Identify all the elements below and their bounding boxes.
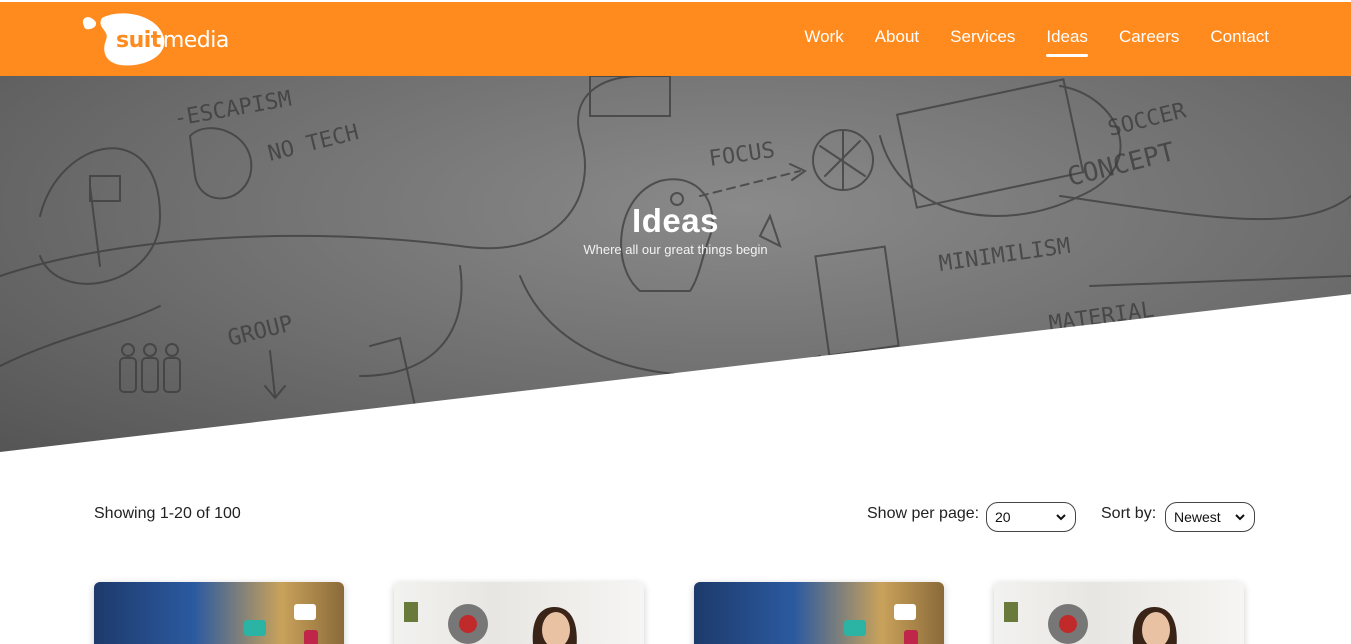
svg-text:SOCCER: SOCCER xyxy=(1105,98,1189,142)
whiteboard-sketch-image: -ESCAPISM NO TECH FOCUS SOCCER CONCEPT M… xyxy=(0,76,1351,407)
per-page-label: Show per page: xyxy=(867,505,980,522)
sort-label: Sort by: xyxy=(1101,505,1157,522)
per-page-select[interactable]: 20 xyxy=(986,502,1076,532)
svg-text:MATERIAL: MATERIAL xyxy=(1047,297,1155,337)
site-header: suitmedia Work About Services Ideas Care… xyxy=(0,2,1351,76)
per-page-value: 20 xyxy=(995,509,1011,525)
logo-text-brand: suit xyxy=(116,28,161,53)
card-thumbnail-image xyxy=(94,582,344,644)
svg-text:NO TECH: NO TECH xyxy=(265,120,361,167)
svg-text:FOCUS: FOCUS xyxy=(707,138,776,172)
chevron-down-icon xyxy=(1235,514,1245,521)
nav-item-work[interactable]: Work xyxy=(804,27,843,51)
nav-item-about[interactable]: About xyxy=(875,27,919,51)
card-thumbnail-image xyxy=(994,582,1244,644)
svg-text:GROUP: GROUP xyxy=(225,312,295,352)
suitmedia-logo[interactable]: suitmedia xyxy=(80,10,229,68)
page-subtitle: Where all our great things begin xyxy=(583,242,768,257)
hero-banner: -ESCAPISM NO TECH FOCUS SOCCER CONCEPT M… xyxy=(0,76,1351,452)
idea-card[interactable] xyxy=(694,582,944,644)
sort-value: Newest xyxy=(1174,509,1221,525)
nav-item-careers[interactable]: Careers xyxy=(1119,27,1179,51)
idea-card[interactable] xyxy=(994,582,1244,644)
card-thumbnail-image xyxy=(694,582,944,644)
page-title: Ideas xyxy=(632,202,719,239)
main-nav: Work About Services Ideas Careers Contac… xyxy=(804,2,1269,76)
svg-text:-ESCAPISM: -ESCAPISM xyxy=(172,87,294,132)
nav-item-ideas[interactable]: Ideas xyxy=(1046,27,1088,57)
nav-item-services[interactable]: Services xyxy=(950,27,1015,51)
idea-card[interactable] xyxy=(394,582,644,644)
nav-item-contact[interactable]: Contact xyxy=(1210,27,1269,51)
card-thumbnail-image xyxy=(394,582,644,644)
logo-text-rest: media xyxy=(162,28,230,53)
chevron-down-icon xyxy=(1056,514,1066,521)
sort-select[interactable]: Newest xyxy=(1165,502,1255,532)
idea-card[interactable] xyxy=(94,582,344,644)
results-count: Showing 1-20 of 100 xyxy=(94,505,241,522)
